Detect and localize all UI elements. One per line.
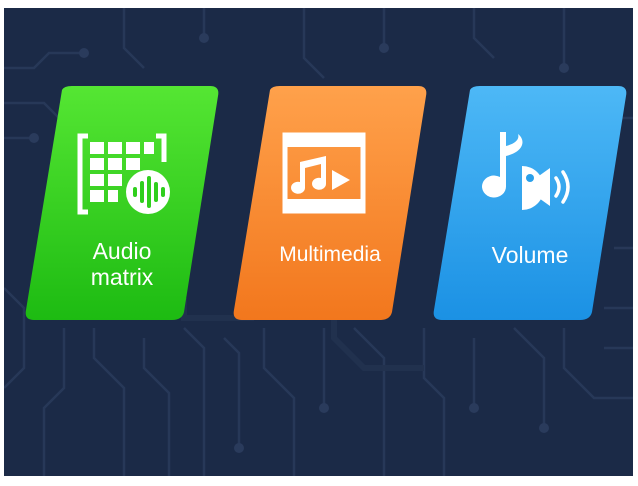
multimedia-label: Multimedia [279, 243, 381, 266]
multimedia-icon [282, 132, 366, 214]
multimedia-tile[interactable]: Multimedia [232, 86, 428, 320]
volume-icon [482, 132, 570, 210]
volume-tile[interactable]: Volume [432, 86, 628, 320]
audio-matrix-icon [77, 133, 170, 215]
audio-matrix-tile[interactable]: Audio matrix [24, 86, 220, 320]
audio-matrix-label: Audio matrix [90, 238, 154, 290]
app-screen: Audio matrix Multimedia Volume [4, 8, 633, 476]
volume-label: Volume [491, 242, 569, 268]
